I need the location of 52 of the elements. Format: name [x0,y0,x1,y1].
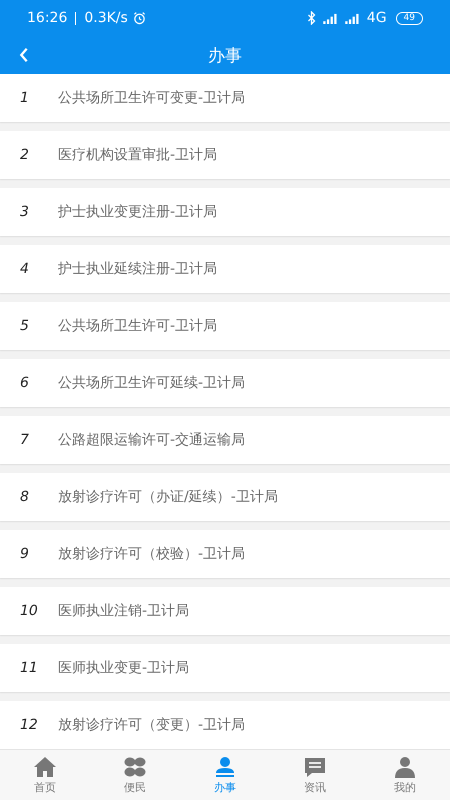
item-label: 医疗机构设置审批-卫计局 [58,146,218,164]
list-item[interactable]: 10 医师执业注销-卫计局 [0,587,450,635]
person-icon [393,756,417,778]
item-number: 10 [19,603,39,619]
list-item[interactable]: 4 护士执业延续注册-卫计局 [0,245,450,293]
list-item[interactable]: 6 公共场所卫生许可延续-卫计局 [0,359,450,407]
nav-tab[interactable]: 资讯 [270,750,360,800]
item-number: 12 [19,717,39,733]
item-number: 2 [19,147,30,163]
nav-tab[interactable]: 便民 [90,750,180,800]
item-label: 放射诊疗许可（变更）-卫计局 [58,716,246,734]
item-label: 医师执业注销-卫计局 [58,602,190,620]
list-item[interactable]: 3 护士执业变更注册-卫计局 [0,188,450,236]
item-number: 6 [19,375,30,391]
back-icon[interactable] [18,46,30,64]
item-number: 8 [19,489,30,505]
item-number: 9 [19,546,30,562]
network-speed: 0.3K/s [84,10,128,26]
item-label: 护士执业延续注册-卫计局 [58,260,218,278]
clover-icon [123,756,147,778]
item-number: 5 [19,318,30,334]
item-label: 公共场所卫生许可延续-卫计局 [58,374,246,392]
alarm-icon [132,11,146,25]
status-time: 16:26 [27,10,68,26]
list-item[interactable]: 2 医疗机构设置审批-卫计局 [0,131,450,179]
item-label: 护士执业变更注册-卫计局 [58,203,218,221]
nav-tab[interactable]: 我的 [360,750,450,800]
list-item[interactable]: 1 公共场所卫生许可变更-卫计局 [0,74,450,122]
item-number: 3 [19,204,30,220]
item-label: 公路超限运输许可-交通运输局 [58,431,246,449]
page-title: 办事 [208,44,242,66]
list-item[interactable]: 12 放射诊疗许可（变更）-卫计局 [0,701,450,749]
network-type: 4G [366,10,387,26]
list-item[interactable]: 8 放射诊疗许可（办证/延续）-卫计局 [0,473,450,521]
home-icon [33,756,57,778]
list-item[interactable]: 7 公路超限运输许可-交通运输局 [0,416,450,464]
item-number: 1 [19,90,30,106]
item-label: 放射诊疗许可（办证/延续）-卫计局 [58,488,278,506]
item-label: 放射诊疗许可（校验）-卫计局 [58,545,246,563]
stamp-icon [213,756,237,778]
item-label: 医师执业变更-卫计局 [58,659,190,677]
item-label: 公共场所卫生许可变更-卫计局 [58,89,246,107]
item-number: 4 [19,261,30,277]
item-number: 7 [19,432,30,448]
list-item[interactable]: 9 放射诊疗许可（校验）-卫计局 [0,530,450,578]
item-number: 11 [19,660,39,676]
battery-level: 49 [396,12,423,24]
message-icon [303,756,327,778]
list-item[interactable]: 11 医师执业变更-卫计局 [0,644,450,692]
nav-tab[interactable]: 首页 [0,750,90,800]
item-label: 公共场所卫生许可-卫计局 [58,317,218,335]
list-item[interactable]: 5 公共场所卫生许可-卫计局 [0,302,450,350]
